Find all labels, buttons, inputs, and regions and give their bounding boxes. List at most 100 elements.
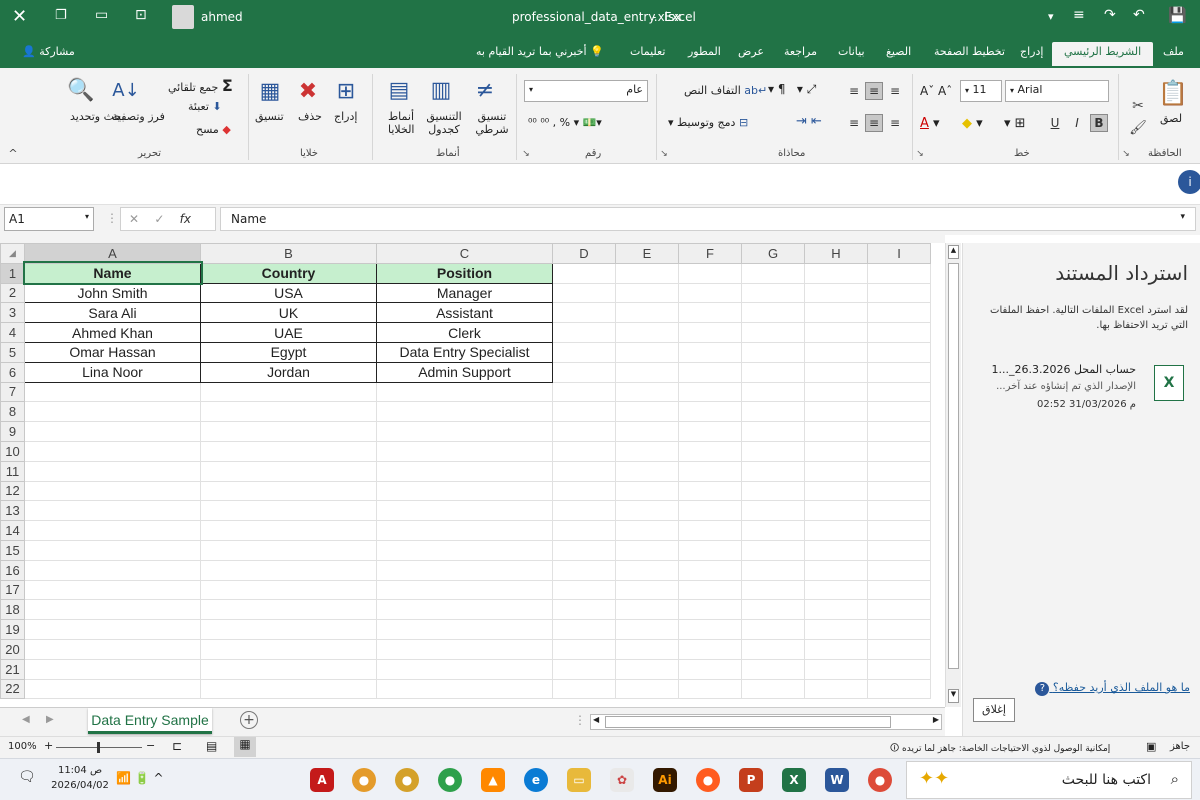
empty-cell[interactable] (678, 559, 742, 581)
empty-cell[interactable] (200, 638, 377, 660)
italic-button[interactable]: I (1068, 114, 1086, 132)
redo-icon[interactable]: ↷ (1104, 7, 1116, 23)
empty-cell[interactable] (615, 302, 679, 324)
empty-cell[interactable] (552, 619, 616, 640)
data-cell[interactable]: USA (200, 282, 377, 304)
h-scroll-thumb[interactable] (605, 716, 891, 728)
tab-help[interactable]: تعليمات (630, 45, 665, 58)
empty-cell[interactable] (867, 500, 931, 522)
empty-cell[interactable] (24, 440, 201, 462)
empty-cell[interactable] (24, 500, 201, 522)
accessibility-status[interactable]: إمكانية الوصول لذوي الاحتياجات الخاصة: ج… (890, 741, 1110, 757)
empty-cell[interactable] (615, 539, 679, 561)
empty-cell[interactable] (200, 559, 377, 581)
powerpoint-icon[interactable]: P (739, 768, 763, 792)
empty-cell[interactable] (867, 381, 931, 403)
normal-view-icon[interactable]: ▦ (234, 737, 256, 757)
column-header[interactable]: A (24, 243, 201, 264)
illustrator-icon[interactable]: Ai (653, 768, 677, 792)
zoom-out-icon[interactable]: + (44, 739, 53, 752)
empty-cell[interactable] (376, 559, 553, 581)
empty-cell[interactable] (804, 480, 868, 502)
empty-cell[interactable] (741, 322, 805, 343)
format-painter-icon[interactable]: 🖌 (1128, 118, 1148, 138)
empty-cell[interactable] (376, 381, 553, 403)
row-header[interactable]: 17 (0, 579, 25, 601)
empty-cell[interactable] (678, 520, 742, 541)
data-cell[interactable]: Clerk (376, 322, 553, 343)
empty-cell[interactable] (200, 401, 377, 423)
empty-cell[interactable] (867, 282, 931, 304)
empty-cell[interactable] (741, 282, 805, 304)
underline-button[interactable]: U (1046, 114, 1064, 132)
empty-cell[interactable] (804, 579, 868, 601)
header-cell[interactable]: Position (376, 262, 553, 284)
empty-cell[interactable] (552, 559, 616, 581)
empty-cell[interactable] (615, 421, 679, 442)
empty-cell[interactable] (615, 322, 679, 343)
empty-cell[interactable] (741, 341, 805, 363)
empty-cell[interactable] (376, 520, 553, 541)
tab-home[interactable]: الشريط الرئيسي (1052, 42, 1154, 66)
column-header[interactable]: I (867, 243, 931, 264)
empty-cell[interactable] (615, 262, 679, 284)
column-header[interactable]: D (552, 243, 616, 264)
empty-cell[interactable] (741, 361, 805, 383)
empty-cell[interactable] (804, 678, 868, 700)
empty-cell[interactable] (678, 341, 742, 363)
empty-cell[interactable] (867, 579, 931, 601)
macro-record-icon[interactable]: ▣ (1146, 740, 1156, 753)
empty-cell[interactable] (200, 520, 377, 541)
fill-button[interactable]: تعبئة ⬇ (188, 100, 222, 113)
empty-cell[interactable] (804, 638, 868, 660)
empty-cell[interactable] (867, 520, 931, 541)
empty-cell[interactable] (804, 500, 868, 522)
empty-cell[interactable] (741, 619, 805, 640)
empty-cell[interactable] (24, 658, 201, 680)
empty-cell[interactable] (615, 579, 679, 601)
row-header[interactable]: 4 (0, 322, 25, 343)
empty-cell[interactable] (552, 361, 616, 383)
tab-insert[interactable]: إدراج (1020, 45, 1043, 58)
empty-cell[interactable] (741, 579, 805, 601)
delete-cells-icon[interactable]: ✖ (294, 76, 322, 106)
empty-cell[interactable] (615, 559, 679, 581)
edge-icon[interactable]: e (524, 768, 548, 792)
empty-cell[interactable] (24, 579, 201, 601)
row-header[interactable]: 1 (0, 262, 25, 284)
insert-cells-icon[interactable]: ⊞ (332, 76, 360, 106)
empty-cell[interactable] (200, 421, 377, 442)
text-direction-buttons[interactable]: ▾ ¶ ▾ ⤢ (768, 82, 816, 97)
empty-cell[interactable] (376, 421, 553, 442)
vlc-icon[interactable]: ▲ (481, 768, 505, 792)
empty-cell[interactable] (615, 341, 679, 363)
empty-cell[interactable] (867, 658, 931, 680)
empty-cell[interactable] (867, 322, 931, 343)
empty-cell[interactable] (24, 678, 201, 700)
empty-cell[interactable] (376, 678, 553, 700)
empty-cell[interactable] (741, 421, 805, 442)
empty-cell[interactable] (376, 440, 553, 462)
empty-cell[interactable] (678, 262, 742, 284)
column-header[interactable]: B (200, 243, 377, 264)
empty-cell[interactable] (678, 440, 742, 462)
font-grow-shrink[interactable]: Aˇ Aˆ (920, 84, 952, 98)
empty-cell[interactable] (24, 599, 201, 621)
empty-cell[interactable] (741, 480, 805, 502)
align-bottom-button[interactable]: ≡ (886, 82, 904, 100)
empty-cell[interactable] (615, 381, 679, 403)
chrome-icon[interactable]: ● (868, 768, 892, 792)
empty-cell[interactable] (552, 658, 616, 680)
empty-cell[interactable] (200, 678, 377, 700)
page-layout-view-icon[interactable]: ▤ (206, 739, 217, 753)
empty-cell[interactable] (804, 361, 868, 383)
restore-icon[interactable]: ❐ (55, 8, 67, 23)
empty-cell[interactable] (867, 341, 931, 363)
row-header[interactable]: 19 (0, 619, 25, 640)
font-size-select[interactable]: ▾ 11 (960, 80, 1002, 102)
empty-cell[interactable] (804, 322, 868, 343)
empty-cell[interactable] (376, 599, 553, 621)
align-middle-button[interactable]: ≡ (865, 82, 883, 100)
font-launcher-icon[interactable]: ↘ (914, 148, 926, 160)
empty-cell[interactable] (741, 658, 805, 680)
